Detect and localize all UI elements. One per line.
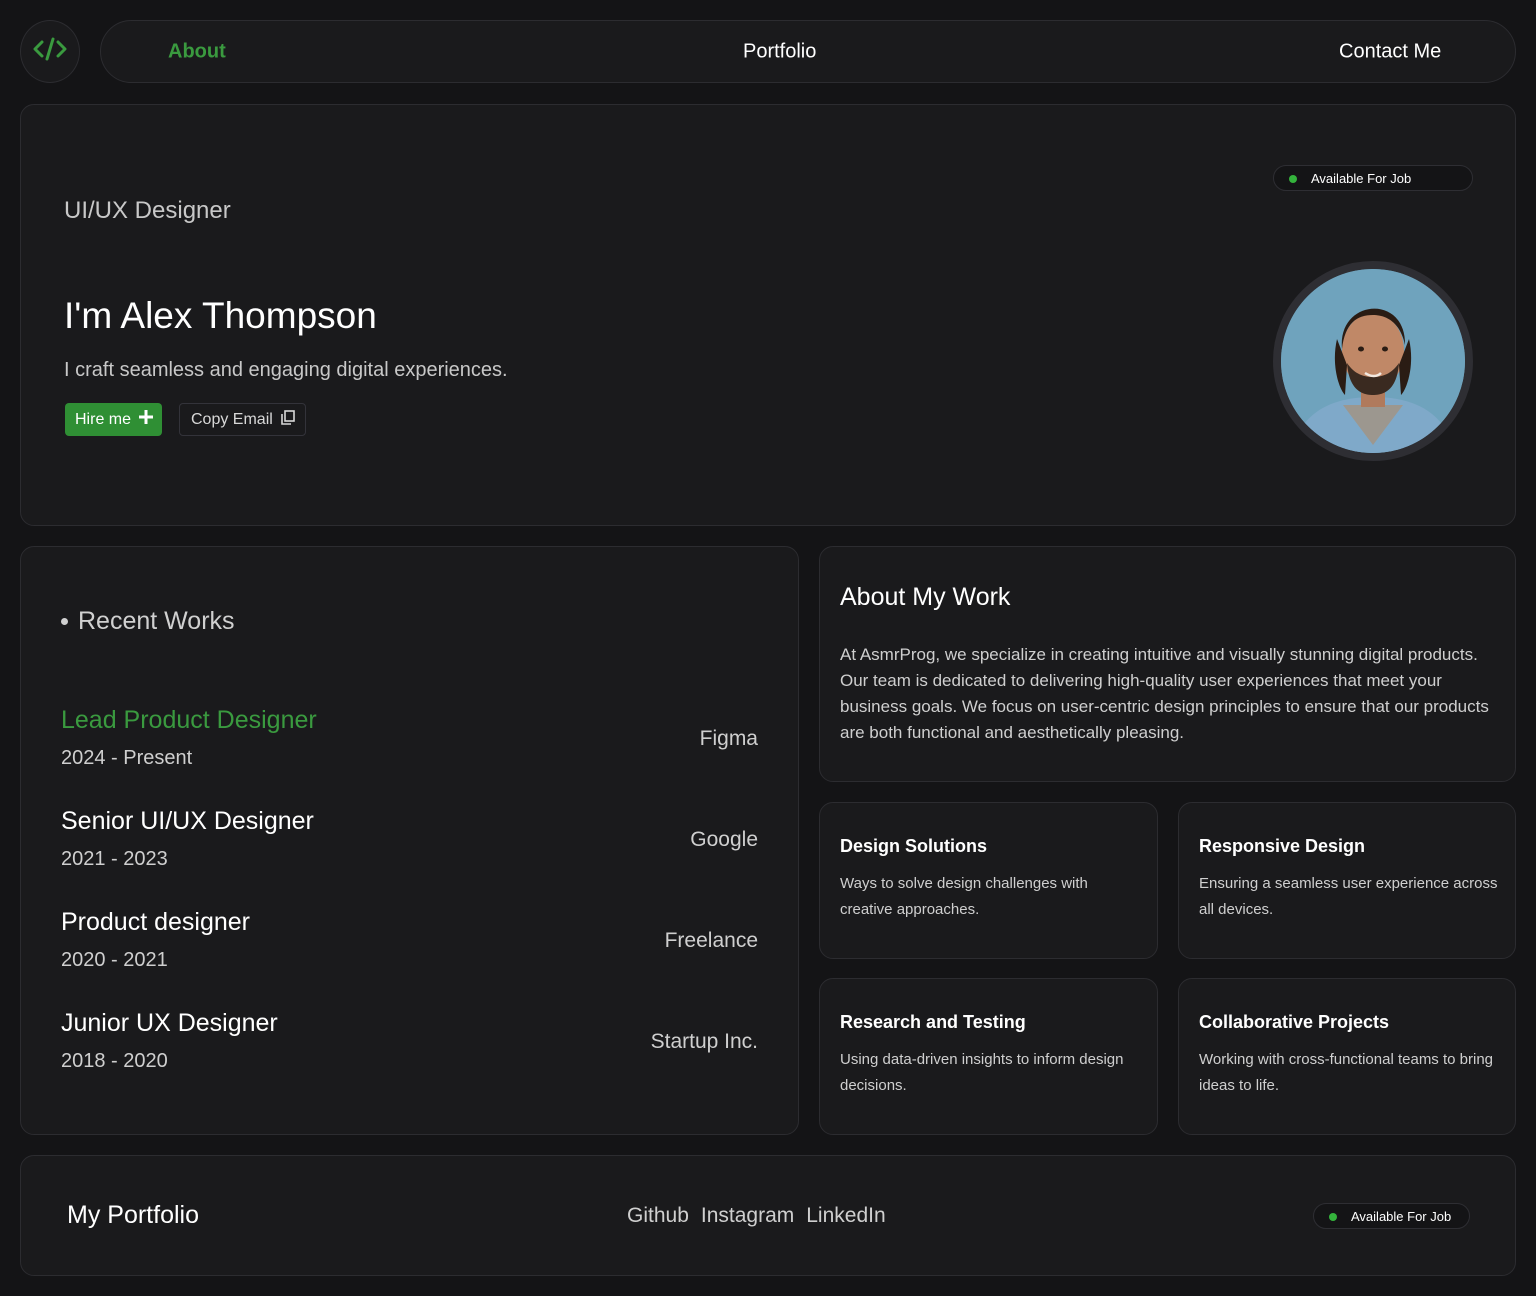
hero-tagline: I craft seamless and engaging digital ex… bbox=[64, 359, 508, 381]
about-title: About My Work bbox=[840, 583, 1011, 611]
plus-icon bbox=[139, 410, 154, 429]
nav-link-portfolio[interactable]: Portfolio bbox=[743, 40, 816, 63]
footer-links: Github Instagram LinkedIn bbox=[627, 1204, 886, 1228]
about-card: About My Work At AsmrProg, we specialize… bbox=[819, 546, 1516, 782]
github-link[interactable]: Github bbox=[627, 1204, 689, 1228]
nav-link-contact[interactable]: Contact Me bbox=[1339, 40, 1441, 63]
service-desc: Using data-driven insights to inform des… bbox=[840, 1051, 1124, 1094]
about-body: At AsmrProg, we specialize in creating i… bbox=[840, 645, 1489, 742]
bullet-icon bbox=[61, 618, 68, 625]
service-card: Collaborative Projects Working with cros… bbox=[1178, 978, 1516, 1135]
hire-me-label: Hire me bbox=[75, 410, 132, 428]
recent-works-title: Recent Works bbox=[78, 607, 235, 635]
copy-icon bbox=[281, 409, 295, 430]
work-years: 2018 - 2020 bbox=[61, 1050, 168, 1072]
role-title: UI/UX Designer bbox=[64, 197, 231, 224]
recent-works-card: Recent Works Lead Product Designer 2024 … bbox=[20, 546, 799, 1135]
hero-card: UI/UX Designer I'm Alex Thompson I craft… bbox=[20, 104, 1516, 526]
work-years: 2024 - Present bbox=[61, 747, 193, 769]
status-dot-icon bbox=[1289, 175, 1297, 183]
work-company: Figma bbox=[699, 727, 758, 750]
instagram-link[interactable]: Instagram bbox=[701, 1204, 794, 1228]
footer-brand: My Portfolio bbox=[67, 1201, 199, 1229]
logo[interactable] bbox=[20, 20, 80, 83]
service-title: Research and Testing bbox=[840, 1012, 1026, 1032]
service-desc: Ensuring a seamless user experience acro… bbox=[1199, 875, 1498, 918]
main-nav: About Portfolio Contact Me bbox=[100, 20, 1516, 83]
availability-label: Available For Job bbox=[1351, 1208, 1452, 1224]
work-company: Google bbox=[690, 828, 758, 851]
code-icon bbox=[33, 36, 67, 67]
service-title: Collaborative Projects bbox=[1199, 1012, 1390, 1032]
work-title: Senior UI/UX Designer bbox=[61, 807, 314, 835]
work-title: Product designer bbox=[61, 908, 251, 936]
work-company: Freelance bbox=[664, 929, 758, 952]
copy-email-label: Copy Email bbox=[191, 410, 273, 428]
service-card: Design Solutions Ways to solve design ch… bbox=[819, 802, 1158, 959]
work-years: 2020 - 2021 bbox=[61, 949, 168, 971]
availability-badge: Available For Job bbox=[1273, 165, 1473, 191]
footer: My Portfolio Github Instagram LinkedIn A… bbox=[20, 1155, 1516, 1276]
avatar bbox=[1273, 261, 1473, 461]
status-dot-icon bbox=[1329, 1213, 1337, 1221]
work-company: Startup Inc. bbox=[650, 1030, 758, 1053]
nav-link-about[interactable]: About bbox=[168, 40, 226, 63]
hire-me-button[interactable]: Hire me bbox=[65, 403, 163, 436]
hero-headline: I'm Alex Thompson bbox=[64, 295, 377, 336]
service-card: Research and Testing Using data-driven i… bbox=[819, 978, 1158, 1135]
work-item[interactable]: Product designer 2020 - 2021 Freelance bbox=[61, 908, 758, 988]
recent-works-heading: Recent Works bbox=[61, 607, 235, 636]
service-desc: Working with cross-functional teams to b… bbox=[1199, 1051, 1494, 1094]
service-title: Design Solutions bbox=[840, 836, 988, 856]
service-title: Responsive Design bbox=[1199, 836, 1366, 856]
linkedin-link[interactable]: LinkedIn bbox=[806, 1204, 885, 1228]
work-title: Lead Product Designer bbox=[61, 706, 317, 734]
work-item[interactable]: Lead Product Designer 2024 - Present Fig… bbox=[61, 706, 758, 786]
service-desc: Ways to solve design challenges with cre… bbox=[840, 875, 1088, 918]
work-years: 2021 - 2023 bbox=[61, 848, 168, 870]
work-item[interactable]: Junior UX Designer 2018 - 2020 Startup I… bbox=[61, 1009, 758, 1089]
work-title: Junior UX Designer bbox=[61, 1009, 278, 1037]
service-card: Responsive Design Ensuring a seamless us… bbox=[1178, 802, 1516, 959]
copy-email-button[interactable]: Copy Email bbox=[179, 403, 306, 436]
work-item[interactable]: Senior UI/UX Designer 2021 - 2023 Google bbox=[61, 807, 758, 887]
availability-badge: Available For Job bbox=[1313, 1203, 1470, 1229]
availability-label: Available For Job bbox=[1311, 170, 1412, 186]
